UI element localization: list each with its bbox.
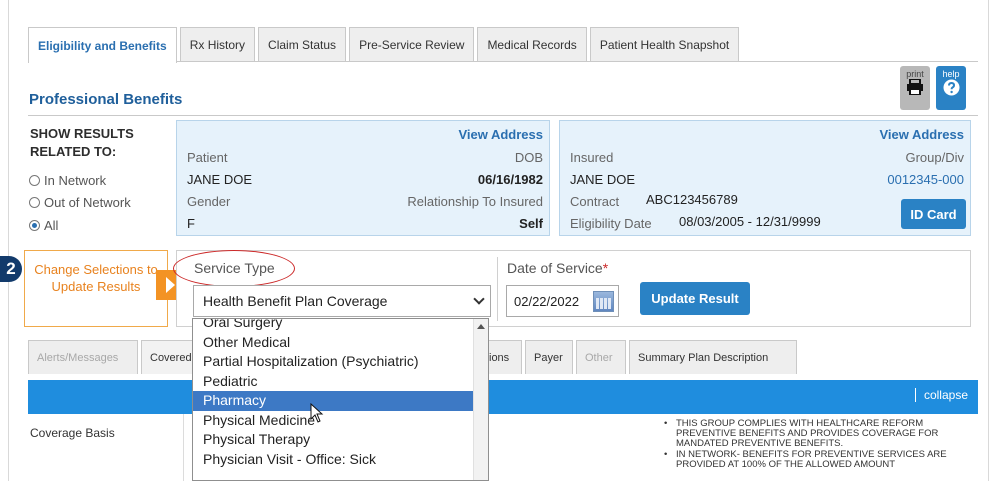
eligibility-label: Eligibility Date xyxy=(570,216,652,231)
help-label: help xyxy=(942,69,960,79)
tab-other[interactable]: Other xyxy=(576,340,626,374)
radio-circle xyxy=(29,197,40,208)
highlight-oval xyxy=(173,250,295,287)
date-of-service-input[interactable]: 02/22/2022 xyxy=(506,285,619,317)
printer-icon xyxy=(907,79,923,95)
dropdown-option-physical-medicine[interactable]: Physical Medicine xyxy=(193,411,488,431)
patient-name: JANE DOE xyxy=(187,172,253,187)
insured-name: JANE DOE xyxy=(570,172,636,187)
service-type-dropdown-list[interactable]: Oral Surgery Other Medical Partial Hospi… xyxy=(192,318,489,481)
tab-rx-history[interactable]: Rx History xyxy=(179,27,256,62)
dropdown-option-physician-visit-sick[interactable]: Physician Visit - Office: Sick xyxy=(193,450,488,470)
tab-medical-records[interactable]: Medical Records xyxy=(477,27,587,62)
gender-value: F xyxy=(187,216,195,231)
contract-label: Contract xyxy=(570,194,620,209)
patient-panel: View Address Patient DOB JANE DOE 06/16/… xyxy=(176,120,550,236)
tab-eligibility-benefits[interactable]: Eligibility and Benefits xyxy=(28,27,177,63)
id-card-button[interactable]: ID Card xyxy=(901,199,966,229)
show-results-label: SHOW RESULTS RELATED TO: xyxy=(30,126,134,159)
title-divider xyxy=(28,115,978,116)
update-result-button[interactable]: Update Result xyxy=(640,282,750,315)
tab-claim-status[interactable]: Claim Status xyxy=(258,27,347,62)
column-divider xyxy=(183,414,184,481)
chevron-down-icon xyxy=(473,293,485,305)
insured-label: Insured xyxy=(570,150,614,165)
dob-value: 06/16/1982 xyxy=(477,172,543,187)
tab-summary-plan-description[interactable]: Summary Plan Description xyxy=(629,340,797,374)
date-of-service-label: Date of Service* xyxy=(507,260,609,276)
change-selections-box: Change Selections to Update Results xyxy=(24,250,168,327)
service-type-value: Health Benefit Plan Coverage xyxy=(203,293,388,309)
mouse-pointer-icon xyxy=(310,403,324,423)
dob-label: DOB xyxy=(514,150,543,165)
gender-label: Gender xyxy=(187,194,231,209)
eligibility-value: 08/03/2005 - 12/31/9999 xyxy=(679,214,821,229)
radio-in-network[interactable]: In Network xyxy=(29,173,106,188)
print-button[interactable]: print xyxy=(900,66,930,110)
page-title: Professional Benefits xyxy=(29,91,183,108)
patient-label: Patient xyxy=(187,150,228,165)
print-label: print xyxy=(906,69,924,79)
tab-alerts-messages[interactable]: Alerts/Messages xyxy=(28,340,138,374)
coverage-basis-label: Coverage Basis xyxy=(30,426,115,440)
coverage-notes: THIS GROUP COMPLIES WITH HEALTHCARE REFO… xyxy=(662,419,972,471)
question-circle-icon xyxy=(943,79,959,96)
radio-label: In Network xyxy=(44,173,107,188)
group-label: Group/Div xyxy=(905,150,964,165)
dropdown-scrollbar[interactable] xyxy=(473,319,488,480)
patient-view-address-link[interactable]: View Address xyxy=(458,127,543,142)
radio-all[interactable]: All xyxy=(29,218,58,233)
radio-out-of-network[interactable]: Out of Network xyxy=(29,195,131,210)
dropdown-option-other-medical[interactable]: Other Medical xyxy=(193,333,488,353)
dropdown-option-pediatric[interactable]: Pediatric xyxy=(193,372,488,392)
selection-divider xyxy=(497,257,498,321)
tab-payer[interactable]: Payer xyxy=(525,340,573,374)
group-value: 0012345-000 xyxy=(887,172,964,187)
dropdown-option-partial-hospitalization[interactable]: Partial Hospitalization (Psychiatric) xyxy=(193,352,488,372)
help-button[interactable]: help xyxy=(936,66,966,110)
relationship-label: Relationship To Insured xyxy=(407,194,543,209)
collapse-link[interactable]: collapse xyxy=(914,388,968,402)
dropdown-option-oral-surgery[interactable]: Oral Surgery xyxy=(193,319,488,333)
insured-panel: View Address Insured Group/Div JANE DOE … xyxy=(559,120,971,236)
relationship-value: Self xyxy=(519,216,543,231)
main-tabs: Eligibility and Benefits Rx History Clai… xyxy=(28,27,742,63)
calendar-icon[interactable] xyxy=(593,291,614,312)
service-type-select[interactable]: Health Benefit Plan Coverage xyxy=(193,285,491,317)
dropdown-option-physical-therapy[interactable]: Physical Therapy xyxy=(193,430,488,450)
date-value: 02/22/2022 xyxy=(514,293,580,309)
tab-patient-health-snapshot[interactable]: Patient Health Snapshot xyxy=(589,27,740,62)
dropdown-option-pharmacy[interactable]: Pharmacy xyxy=(193,391,488,411)
radio-label: All xyxy=(44,218,59,233)
radio-circle-selected xyxy=(29,220,40,231)
tab-pre-service-review[interactable]: Pre-Service Review xyxy=(349,27,475,62)
scroll-up-icon[interactable] xyxy=(477,324,485,329)
radio-circle xyxy=(29,175,40,186)
list-item: THIS GROUP COMPLIES WITH HEALTHCARE REFO… xyxy=(662,419,972,449)
section-header-bar: collapse xyxy=(28,380,978,414)
insured-view-address-link[interactable]: View Address xyxy=(879,127,964,142)
radio-label: Out of Network xyxy=(44,195,131,210)
list-item: IN NETWORK- BENEFITS FOR PREVENTIVE SERV… xyxy=(662,450,972,470)
contract-value: ABC123456789 xyxy=(646,192,738,207)
